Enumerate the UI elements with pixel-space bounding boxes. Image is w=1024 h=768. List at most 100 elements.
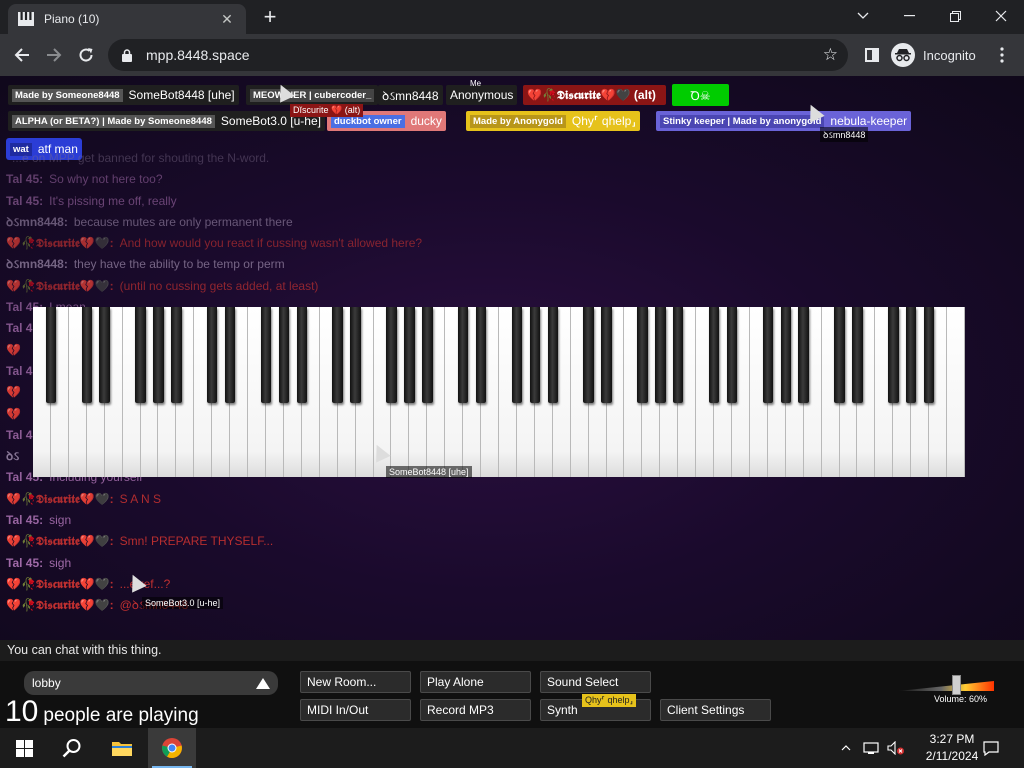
piano-favicon-icon bbox=[18, 11, 34, 27]
black-key[interactable] bbox=[386, 307, 397, 403]
black-key[interactable] bbox=[780, 307, 791, 403]
black-key[interactable] bbox=[207, 307, 218, 403]
triangle-up-icon bbox=[256, 677, 270, 689]
black-key[interactable] bbox=[798, 307, 809, 403]
window-close-icon[interactable] bbox=[978, 0, 1024, 32]
black-key[interactable] bbox=[278, 307, 290, 403]
name-tag-anonymous[interactable]: Me Anonymous bbox=[446, 79, 518, 105]
name-tag-meowner[interactable]: MEOW NER | cubercoder_ bbox=[246, 85, 379, 105]
black-key[interactable] bbox=[852, 307, 863, 403]
minimize-icon[interactable] bbox=[886, 0, 932, 32]
cursor-label: ꝺઽmn8448 bbox=[820, 127, 869, 142]
room-selector[interactable]: lobby bbox=[24, 671, 278, 695]
client-settings-button[interactable]: Client Settings bbox=[660, 699, 771, 721]
windows-start-icon[interactable] bbox=[0, 728, 48, 768]
black-key[interactable] bbox=[529, 307, 541, 403]
chat-text: Smn! PREPARE THYSELF... bbox=[119, 534, 274, 549]
file-explorer-icon[interactable] bbox=[98, 728, 146, 768]
name-tag-somebot3[interactable]: ALPHA (or BETA?) | Made by Someone8448 S… bbox=[8, 111, 325, 131]
lock-icon[interactable] bbox=[120, 48, 134, 62]
black-key[interactable] bbox=[224, 307, 236, 403]
name-tag-somebot8448[interactable]: Made by Someone8448 SomeBot8448 [uhe] bbox=[8, 85, 239, 105]
sound-select-button[interactable]: Sound Select bbox=[540, 671, 651, 693]
close-icon[interactable]: ✕ bbox=[218, 11, 236, 28]
chat-message: 💔🥀𝕯𝖎𝖘𝖈𝖚𝖗𝖎𝖙𝖊💔🖤: Smn! PREPARE THYSELF... bbox=[6, 531, 606, 552]
clock-time: 3:27 PM bbox=[929, 732, 975, 746]
black-key[interactable] bbox=[457, 307, 469, 403]
black-key[interactable] bbox=[404, 307, 415, 403]
black-key[interactable] bbox=[673, 307, 684, 403]
volume-knob[interactable] bbox=[951, 675, 961, 695]
name-tag-green[interactable]: Ꝺ☠ bbox=[672, 84, 729, 106]
chat-text: It's pissing me off, really bbox=[49, 193, 177, 208]
back-icon[interactable] bbox=[8, 42, 36, 68]
black-key[interactable] bbox=[708, 307, 720, 403]
black-key[interactable] bbox=[762, 307, 774, 403]
black-key[interactable] bbox=[171, 307, 182, 403]
piano-keyboard[interactable] bbox=[33, 307, 965, 477]
black-key[interactable] bbox=[511, 307, 523, 403]
star-icon[interactable]: ☆ bbox=[823, 45, 838, 65]
black-key[interactable] bbox=[350, 307, 361, 403]
black-key[interactable] bbox=[655, 307, 666, 403]
black-key[interactable] bbox=[296, 307, 308, 403]
search-icon[interactable] bbox=[48, 728, 96, 768]
black-key[interactable] bbox=[45, 307, 57, 403]
reload-icon[interactable] bbox=[72, 42, 100, 68]
system-clock[interactable]: 3:27 PM 2/11/2024 bbox=[922, 731, 982, 765]
name-tag-discurite-alt[interactable]: 💔🥀𝕯𝖎𝖘𝖈𝖚𝖗𝖎𝖙𝖊💔🖤 (alt) bbox=[523, 85, 666, 105]
volume-muted-icon[interactable] bbox=[884, 728, 908, 768]
chrome-icon[interactable] bbox=[148, 728, 196, 768]
chat-text: (until no cussing gets added, at least) bbox=[119, 278, 319, 293]
black-key[interactable] bbox=[153, 307, 164, 403]
record-mp3-button[interactable]: Record MP3 bbox=[420, 699, 531, 721]
name-tag-qhy[interactable]: Made by Anonygold Qhy⸢ qhelp⸥ bbox=[466, 111, 640, 131]
black-key[interactable] bbox=[888, 307, 899, 403]
plus-icon[interactable]: + bbox=[256, 6, 284, 30]
black-key[interactable] bbox=[601, 307, 612, 403]
midi-button[interactable]: MIDI In/Out bbox=[300, 699, 411, 721]
black-key[interactable] bbox=[906, 307, 917, 403]
address-bar[interactable]: mpp.8448.space ☆ bbox=[108, 39, 848, 71]
chat-author: 💔 bbox=[6, 385, 21, 400]
chat-input[interactable]: You can chat with this thing. bbox=[0, 640, 1024, 661]
black-key[interactable] bbox=[422, 307, 433, 403]
black-key[interactable] bbox=[475, 307, 487, 403]
bottom-bar: lobby 10 people are playing New Room... … bbox=[0, 661, 1024, 728]
notification-icon[interactable] bbox=[980, 728, 1002, 768]
network-icon[interactable] bbox=[860, 728, 882, 768]
chat-author: Tal 45: bbox=[6, 193, 44, 208]
play-alone-button[interactable]: Play Alone bbox=[420, 671, 531, 693]
cursor-label: Dĭscurite 💔 (alt) bbox=[290, 104, 364, 117]
name-tag-smn8448[interactable]: ꝺઽmn8448 bbox=[378, 85, 443, 105]
name-tag-nebula-keeper[interactable]: Stinky keeper | Made by anonygold nebula… bbox=[656, 111, 912, 131]
forward-icon[interactable] bbox=[40, 42, 68, 68]
cursor-label: SomeBot8448 [uhe] bbox=[386, 466, 472, 478]
white-key[interactable] bbox=[947, 307, 965, 477]
browser-tab[interactable]: Piano (10) ✕ bbox=[8, 4, 246, 34]
black-key[interactable] bbox=[332, 307, 343, 403]
black-key[interactable] bbox=[923, 307, 935, 403]
chevron-down-icon[interactable] bbox=[840, 0, 886, 32]
side-panel-icon[interactable] bbox=[858, 42, 886, 68]
black-key[interactable] bbox=[834, 307, 845, 403]
new-room-button[interactable]: New Room... bbox=[300, 671, 411, 693]
menu-icon[interactable] bbox=[988, 42, 1016, 68]
black-key[interactable] bbox=[81, 307, 92, 403]
clock-date: 2/11/2024 bbox=[925, 749, 979, 763]
maximize-icon[interactable] bbox=[932, 0, 978, 32]
chat-message: Tal 45: sign bbox=[6, 510, 606, 531]
incognito-indicator[interactable]: Incognito bbox=[891, 42, 976, 68]
chevron-up-icon[interactable] bbox=[838, 728, 854, 768]
volume-track bbox=[898, 681, 994, 691]
black-key[interactable] bbox=[135, 307, 146, 403]
black-key[interactable] bbox=[547, 307, 558, 403]
black-key[interactable] bbox=[260, 307, 272, 403]
black-key[interactable] bbox=[637, 307, 648, 403]
black-key[interactable] bbox=[99, 307, 110, 403]
chat-author: 💔🥀𝕯𝖎𝖘𝖈𝖚𝖗𝖎𝖙𝖊💔🖤: bbox=[6, 236, 114, 251]
volume-slider[interactable]: Volume: 60% bbox=[898, 675, 994, 709]
chat-message: 💔🥀𝕯𝖎𝖘𝖈𝖚𝖗𝖎𝖙𝖊💔🖤: (until no cussing gets add… bbox=[6, 276, 606, 297]
black-key[interactable] bbox=[726, 307, 738, 403]
black-key[interactable] bbox=[583, 307, 594, 403]
